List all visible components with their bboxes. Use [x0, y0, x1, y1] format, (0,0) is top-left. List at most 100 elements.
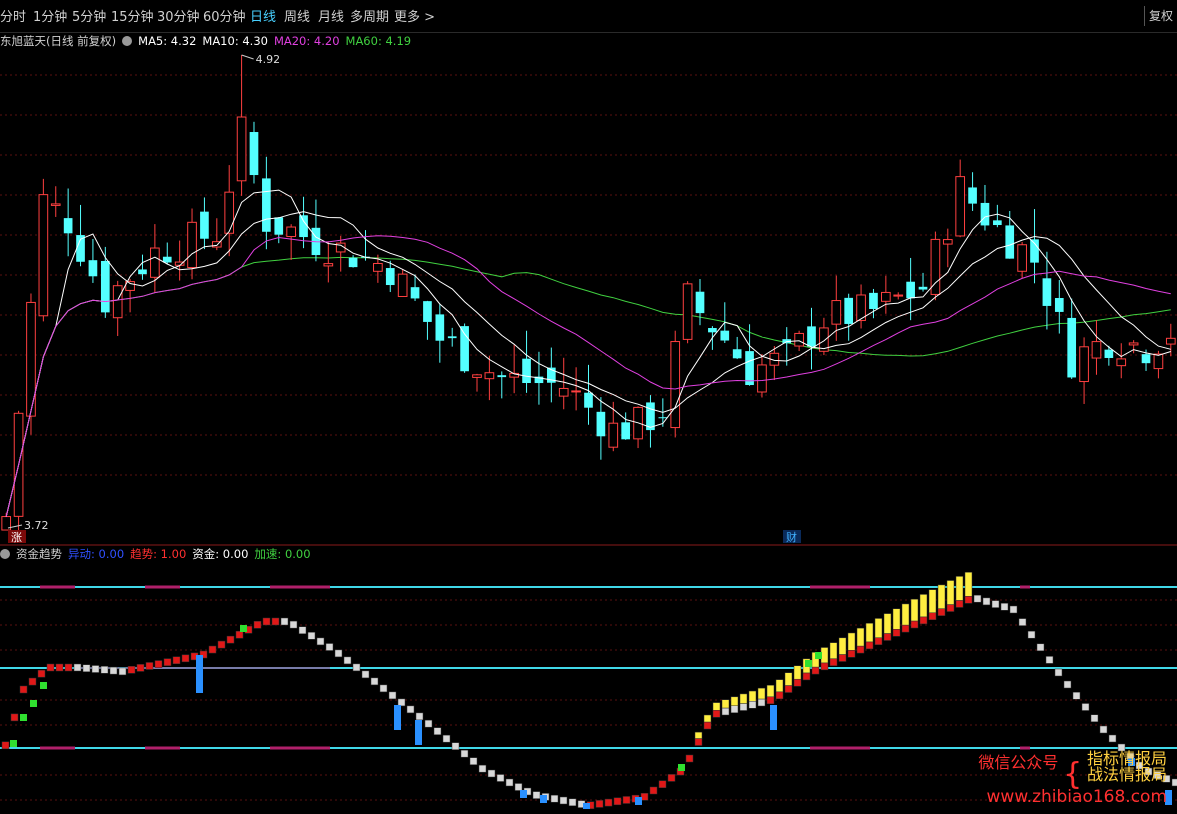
candle-body [1054, 298, 1064, 312]
restore-button[interactable]: 复权 [1144, 6, 1177, 26]
candle-body [63, 218, 73, 234]
trend-block [982, 597, 991, 606]
trend-block [271, 617, 280, 626]
trend-block [667, 774, 676, 782]
candle-body [1091, 341, 1102, 359]
candle-body [955, 176, 966, 237]
trend-block [784, 685, 793, 693]
trend-block [307, 632, 316, 640]
indicator-title[interactable]: 资金趋势 [16, 547, 62, 561]
indicator-legend: 资金趋势 异动: 0.00 趋势: 1.00 资金: 0.00 加速: 0.00 [0, 546, 317, 562]
trend-block [856, 645, 865, 654]
trend-block [946, 604, 955, 612]
candle-body [1165, 337, 1176, 345]
trend-block [361, 670, 370, 679]
candle-body [162, 256, 172, 263]
candle-body [968, 187, 977, 204]
tab-8[interactable]: 月线 [318, 6, 344, 25]
tab-2[interactable]: 5分钟 [72, 6, 106, 25]
tab-5[interactable]: 60分钟 [203, 6, 246, 25]
trend-block [136, 664, 145, 672]
candle-body [1104, 349, 1114, 358]
jiasu-value: 加速: 0.00 [254, 547, 311, 561]
candle-body [942, 239, 953, 245]
capital-block [678, 764, 685, 771]
candle-body [844, 297, 854, 324]
trend-block [442, 734, 451, 743]
candle-body [1116, 358, 1127, 367]
candle-body [571, 390, 581, 393]
trend-block [28, 677, 37, 686]
trend-block [37, 669, 46, 678]
trend-block [496, 774, 505, 782]
trend-block [172, 656, 181, 664]
tab-1[interactable]: 1分钟 [33, 6, 67, 25]
candle-body [670, 341, 681, 429]
trend-block [658, 780, 667, 788]
candle-body [720, 330, 730, 341]
yidong-value: 异动: 0.00 [68, 547, 125, 561]
trend-block [118, 667, 127, 676]
settings-icon[interactable] [122, 36, 133, 46]
ma10-value: MA10: 4.30 [202, 34, 268, 48]
candle-body [807, 326, 816, 347]
chart-canvas[interactable]: 4.92 3.72涨 财 [0, 0, 1177, 814]
tab-7[interactable]: 周线 [284, 6, 310, 25]
stock-name[interactable]: 东旭蓝天(日线 前复权) [0, 34, 116, 48]
candle-body [460, 326, 469, 372]
trend-block [532, 791, 541, 799]
capital-block [40, 682, 47, 689]
candle-body [112, 285, 123, 319]
trend-block [298, 626, 307, 634]
indicator-settings-icon[interactable] [0, 549, 10, 559]
trend-block [766, 696, 775, 704]
trend-block [262, 617, 271, 626]
trend-block [469, 757, 478, 765]
accel-block [856, 627, 865, 647]
tab-3[interactable]: 15分钟 [111, 6, 154, 25]
tab-0[interactable]: 分时 [0, 6, 26, 25]
watermark: 微信公众号 { 指标情报局 战法情报局 www.zhibiao168.com [978, 749, 1167, 807]
candle-body [893, 294, 904, 297]
candle-body [38, 194, 49, 317]
candle-body [236, 116, 247, 182]
candle-body [373, 262, 383, 272]
abnormal-bar [520, 790, 527, 798]
candle-body [732, 349, 742, 359]
trend-block [1081, 703, 1090, 711]
trend-block [109, 666, 118, 675]
tab-9[interactable]: 多周期 [350, 6, 389, 25]
abnormal-bar [770, 705, 777, 730]
trend-block [64, 663, 73, 672]
trend-block [127, 666, 136, 674]
trend-block [1072, 692, 1081, 700]
candle-body [558, 387, 569, 397]
trend-block [208, 645, 217, 654]
candle-body [262, 178, 271, 232]
ma5-value: MA5: 4.32 [138, 34, 197, 48]
trend-block [613, 797, 622, 806]
tab-10[interactable]: 更多 > [394, 6, 435, 25]
high-pointer [241, 54, 254, 60]
trend-block [1063, 680, 1072, 689]
candle-body [447, 336, 457, 339]
trend-block [217, 640, 226, 649]
accel-block [874, 618, 883, 638]
trend-block [154, 660, 163, 668]
trend-block [343, 656, 352, 665]
trend-block [280, 617, 289, 626]
trend-block [694, 738, 703, 746]
abnormal-bar [394, 705, 401, 730]
tab-6[interactable]: 日线 [250, 6, 276, 25]
accel-block [766, 685, 775, 697]
trend-block [559, 796, 568, 805]
trend-block [1009, 605, 1018, 614]
candle-body [100, 260, 110, 313]
trend-block [73, 663, 82, 672]
trend-block [163, 658, 172, 666]
trend-block [226, 635, 235, 644]
tab-4[interactable]: 30分钟 [157, 6, 200, 25]
accel-block [901, 603, 910, 626]
zijin-value: 资金: 0.00 [192, 547, 249, 561]
candle-body [497, 375, 507, 378]
